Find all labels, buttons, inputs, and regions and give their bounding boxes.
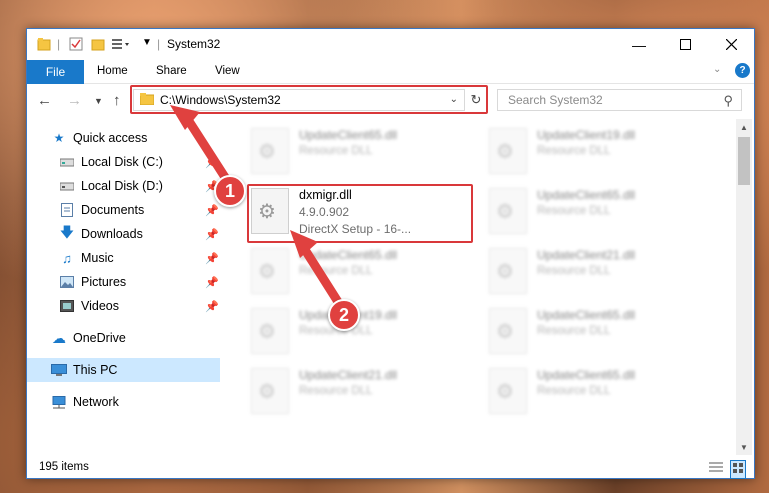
annotation-arrows [170,105,345,310]
arrow-to-file [297,240,345,310]
step-badge-1: 1 [214,175,246,207]
step-badge-2: 2 [328,299,360,331]
arrowhead [290,230,318,258]
arrow-to-address-bar [180,110,235,190]
